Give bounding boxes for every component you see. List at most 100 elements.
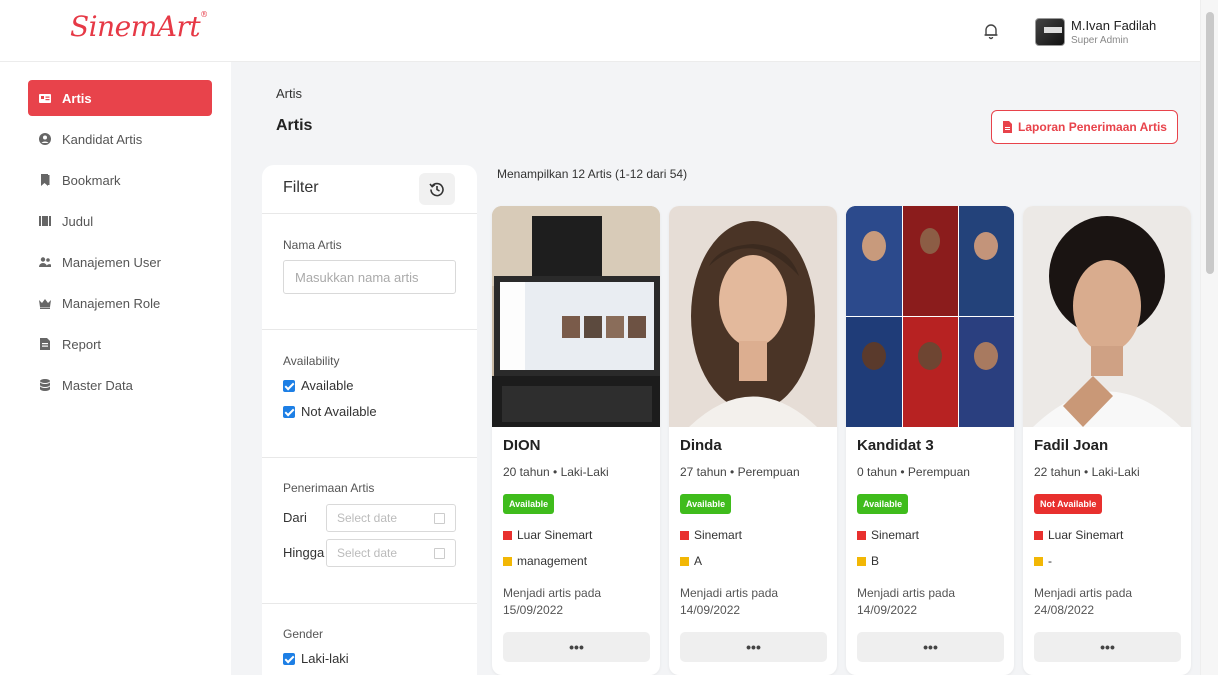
group-text: - bbox=[1048, 554, 1052, 568]
origin-row: Sinemart bbox=[857, 528, 919, 542]
pdf-file-icon bbox=[1003, 121, 1013, 133]
sidebar-item-label: Artis bbox=[62, 90, 92, 106]
report-button[interactable]: Laporan Penerimaan Artis bbox=[991, 110, 1178, 144]
sidebar-item-kandidat-artis[interactable]: Kandidat Artis bbox=[28, 121, 212, 157]
artist-photo bbox=[492, 206, 660, 427]
reset-filter-button[interactable] bbox=[419, 173, 455, 205]
artist-meta: 22 tahun • Laki-Laki bbox=[1034, 465, 1140, 479]
group-row: B bbox=[857, 554, 879, 568]
joined-date: Menjadi artis pada 15/09/2022 bbox=[503, 585, 653, 619]
sidebar-item-label: Judul bbox=[62, 213, 94, 229]
joined-value: 15/09/2022 bbox=[503, 603, 564, 617]
origin-text: Sinemart bbox=[871, 528, 920, 542]
sidebar-item-label: Manajemen User bbox=[62, 254, 161, 270]
folder-icon bbox=[503, 556, 512, 566]
scroll-thumb[interactable] bbox=[1206, 12, 1214, 274]
group-row: management bbox=[503, 554, 587, 568]
joined-date: Menjadi artis pada 14/09/2022 bbox=[857, 585, 1007, 619]
id-card-icon bbox=[39, 94, 51, 103]
availability-label: Availability bbox=[283, 354, 340, 368]
checkbox-label: Not Available bbox=[301, 404, 377, 419]
artist-card[interactable]: Kandidat 3 0 tahun • Perempuan Available… bbox=[846, 206, 1014, 675]
artist-photo bbox=[846, 206, 1014, 427]
sidebar-item-label: Master Data bbox=[62, 377, 133, 393]
artist-name[interactable]: Kandidat 3 bbox=[857, 437, 934, 454]
database-icon bbox=[40, 379, 50, 391]
artist-name[interactable]: Dinda bbox=[680, 437, 722, 454]
joined-date: Menjadi artis pada 14/09/2022 bbox=[680, 585, 830, 619]
joined-label: Menjadi artis pada bbox=[857, 586, 956, 600]
avatar[interactable] bbox=[1035, 18, 1065, 46]
more-options-button[interactable]: ••• bbox=[857, 632, 1004, 662]
filter-panel: Filter Nama Artis Availability Available… bbox=[262, 165, 477, 675]
calendar-icon bbox=[434, 513, 445, 524]
report-button-label: Laporan Penerimaan Artis bbox=[1018, 120, 1167, 134]
joined-date: Menjadi artis pada 24/08/2022 bbox=[1034, 585, 1184, 619]
group-row: - bbox=[1034, 554, 1052, 568]
from-label: Dari bbox=[283, 510, 307, 525]
penerimaan-label: Penerimaan Artis bbox=[283, 481, 375, 495]
group-row: A bbox=[680, 554, 702, 568]
not-available-checkbox[interactable]: Not Available bbox=[283, 404, 377, 419]
folder-icon bbox=[857, 556, 866, 566]
sidebar-item-label: Bookmark bbox=[62, 172, 121, 188]
sidebar-item-manajemen-user[interactable]: Manajemen User bbox=[28, 244, 212, 280]
joined-value: 14/09/2022 bbox=[680, 603, 741, 617]
sidebar-item-label: Report bbox=[62, 336, 102, 352]
folder-icon bbox=[680, 556, 689, 566]
more-options-button[interactable]: ••• bbox=[1034, 632, 1181, 662]
joined-value: 14/09/2022 bbox=[857, 603, 918, 617]
origin-row: Luar Sinemart bbox=[503, 528, 592, 542]
joined-value: 24/08/2022 bbox=[1034, 603, 1095, 617]
artist-name-input[interactable] bbox=[283, 260, 456, 294]
available-checkbox[interactable]: Available bbox=[283, 378, 354, 393]
divider bbox=[262, 457, 477, 458]
sinemart-logo[interactable]: SinemArt® bbox=[70, 10, 208, 43]
sidebar-item-report[interactable]: Report bbox=[28, 326, 212, 362]
user-circle-icon bbox=[39, 133, 51, 145]
status-badge: Not Available bbox=[1034, 494, 1103, 514]
home-icon bbox=[503, 530, 512, 540]
sidebar-item-manajemen-role[interactable]: Manajemen Role bbox=[28, 285, 212, 321]
bell-icon[interactable] bbox=[982, 22, 1000, 40]
calendar-icon bbox=[434, 548, 445, 559]
artist-photo bbox=[1023, 206, 1191, 427]
artist-card[interactable]: Fadil Joan 22 tahun • Laki-Laki Not Avai… bbox=[1023, 206, 1191, 675]
artist-card[interactable]: Dinda 27 tahun • Perempuan Available Sin… bbox=[669, 206, 837, 675]
breadcrumb[interactable]: Artis bbox=[276, 86, 302, 101]
joined-label: Menjadi artis pada bbox=[1034, 586, 1133, 600]
filter-title: Filter bbox=[283, 179, 319, 196]
artist-name[interactable]: DION bbox=[503, 437, 541, 454]
checkbox-icon bbox=[283, 652, 295, 665]
page-scrollbar[interactable] bbox=[1200, 0, 1218, 675]
name-label: Nama Artis bbox=[283, 238, 342, 252]
more-options-button[interactable]: ••• bbox=[680, 632, 827, 662]
to-date-picker[interactable]: Select date bbox=[326, 539, 456, 567]
artist-photo bbox=[669, 206, 837, 427]
sidebar-item-bookmark[interactable]: Bookmark bbox=[28, 162, 212, 198]
group-text: management bbox=[517, 554, 588, 568]
date-placeholder: Select date bbox=[337, 546, 398, 560]
artist-name[interactable]: Fadil Joan bbox=[1034, 437, 1108, 454]
sidebar-item-artis[interactable]: Artis bbox=[28, 80, 212, 116]
from-date-picker[interactable]: Select date bbox=[326, 504, 456, 532]
date-placeholder: Select date bbox=[337, 511, 398, 525]
divider bbox=[262, 603, 477, 604]
male-checkbox[interactable]: Laki-laki bbox=[283, 651, 349, 666]
sidebar-item-master-data[interactable]: Master Data bbox=[28, 367, 212, 403]
file-icon bbox=[40, 338, 50, 350]
divider bbox=[262, 213, 477, 214]
checkbox-icon bbox=[283, 379, 295, 392]
more-options-button[interactable]: ••• bbox=[503, 632, 650, 662]
user-name[interactable]: M.Ivan Fadilah bbox=[1071, 18, 1156, 33]
joined-label: Menjadi artis pada bbox=[503, 586, 602, 600]
artist-card[interactable]: DION 20 tahun • Laki-Laki Available Luar… bbox=[492, 206, 660, 675]
artist-meta: 27 tahun • Perempuan bbox=[680, 465, 800, 479]
origin-text: Luar Sinemart bbox=[1048, 528, 1124, 542]
group-text: A bbox=[694, 554, 703, 568]
status-badge: Available bbox=[857, 494, 909, 514]
to-label: Hingga bbox=[283, 545, 325, 560]
home-icon bbox=[1034, 530, 1043, 540]
origin-row: Luar Sinemart bbox=[1034, 528, 1123, 542]
sidebar-item-judul[interactable]: Judul bbox=[28, 203, 212, 239]
